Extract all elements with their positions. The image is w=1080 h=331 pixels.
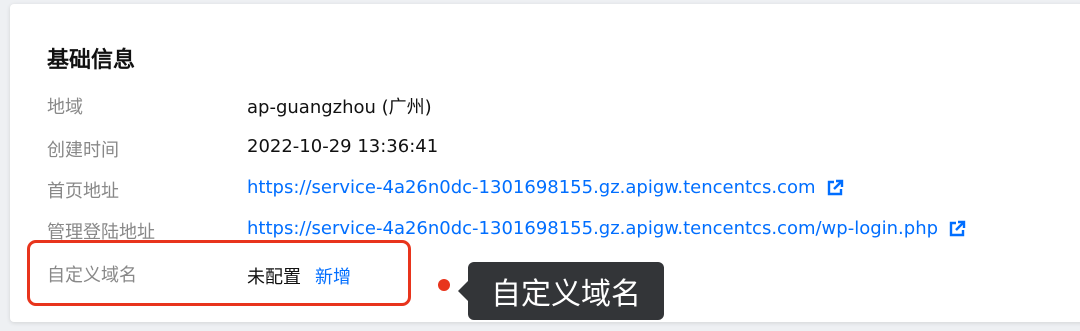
section-title: 基础信息 [47, 48, 136, 73]
homepage-url-text: https://service-4a26n0dc-1301698155.gz.a… [247, 177, 816, 198]
external-link-icon[interactable] [826, 179, 844, 197]
highlight-box [27, 240, 411, 306]
admin-login-link[interactable]: https://service-4a26n0dc-1301698155.gz.a… [247, 218, 966, 239]
region-value: ap-guangzhou (广州) [247, 97, 432, 118]
homepage-url-link[interactable]: https://service-4a26n0dc-1301698155.gz.a… [247, 177, 844, 198]
homepage-url-label: 首页地址 [47, 181, 119, 202]
created-time-label: 创建时间 [47, 140, 119, 161]
admin-login-url-text: https://service-4a26n0dc-1301698155.gz.a… [247, 218, 939, 239]
annotation-tooltip: 自定义域名 [468, 262, 664, 320]
created-time-value: 2022-10-29 13:36:41 [247, 136, 439, 157]
region-label: 地域 [47, 97, 83, 118]
external-link-icon[interactable] [948, 220, 966, 238]
annotation-dot [438, 279, 450, 291]
